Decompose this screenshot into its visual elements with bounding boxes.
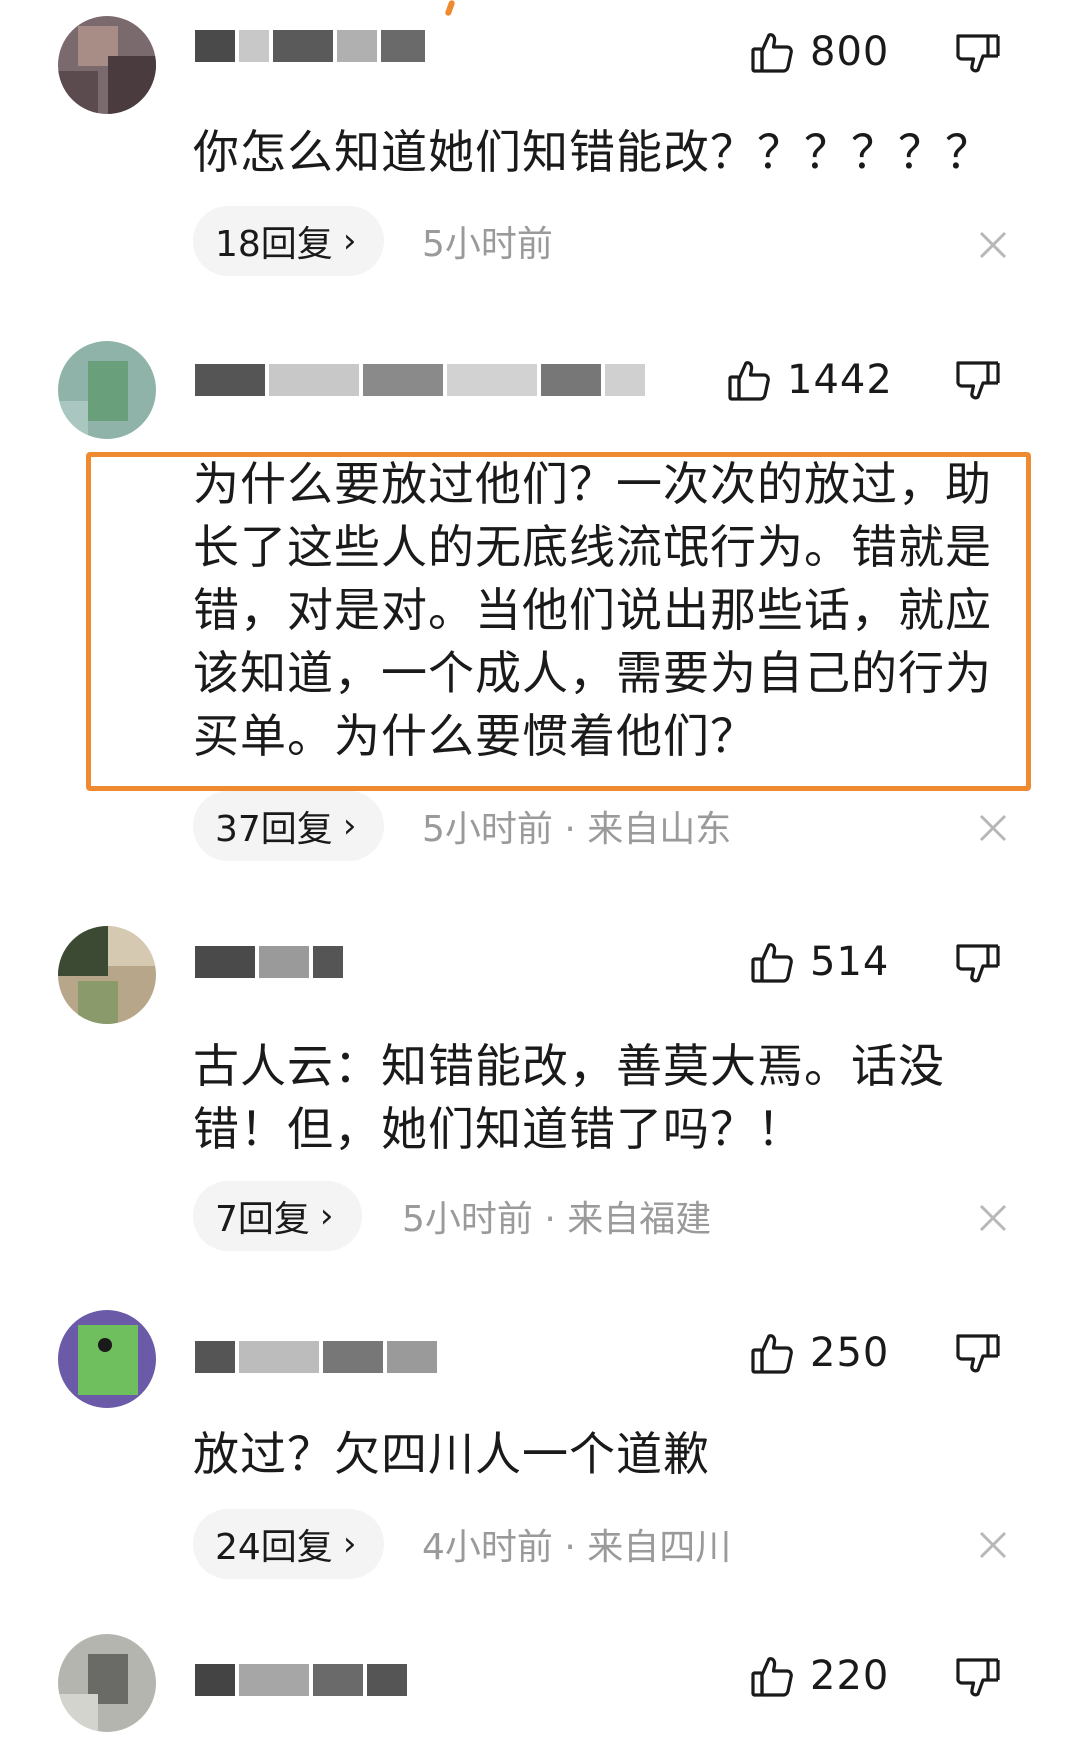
dislike-button[interactable] xyxy=(955,357,1005,417)
comment-text: 古人云：知错能改，善莫大焉。话没错！但，她们知道错了吗？！ xyxy=(193,1039,945,1156)
dislike-button[interactable] xyxy=(955,1654,1005,1714)
comment-text: 为什么要放过他们？一次次的放过，助长了这些人的无底线流氓行为。错就是错，对是对。… xyxy=(193,457,992,763)
thumbs-down-icon xyxy=(956,1658,1000,1697)
avatar[interactable] xyxy=(58,926,156,1024)
avatar[interactable] xyxy=(58,341,156,439)
reply-count: 37回复 xyxy=(215,809,333,850)
thumbs-down-icon xyxy=(956,944,1000,983)
comment-text: 你怎么知道她们知错能改？？？？？？ xyxy=(193,125,992,179)
chevron-right-icon: › xyxy=(319,1196,334,1236)
chevron-right-icon: › xyxy=(342,1524,357,1564)
comment-meta: 5小时前 xyxy=(422,224,553,265)
dislike-button[interactable] xyxy=(955,1330,1005,1390)
username-blurred[interactable] xyxy=(195,1660,411,1700)
reply-count: 7回复 xyxy=(215,1199,310,1240)
dislike-button[interactable] xyxy=(955,940,1005,1000)
like-count: 250 xyxy=(810,1330,890,1376)
reply-button[interactable]: 24回复 › xyxy=(193,1509,385,1579)
thumbs-down-icon xyxy=(956,361,1000,400)
username-blurred[interactable] xyxy=(195,360,649,400)
thumbs-up-icon xyxy=(728,361,770,401)
username-blurred[interactable] xyxy=(195,942,347,982)
reply-count: 24回复 xyxy=(215,1527,333,1568)
reply-button[interactable]: 7回复 › xyxy=(193,1181,362,1251)
chevron-right-icon: › xyxy=(342,221,357,261)
avatar[interactable] xyxy=(58,16,156,114)
like-button[interactable]: 1442 xyxy=(727,350,893,410)
thumbs-down-icon xyxy=(956,34,1000,73)
close-icon[interactable] xyxy=(975,810,1011,846)
dislike-button[interactable] xyxy=(955,30,1005,90)
like-button[interactable]: 220 xyxy=(750,1646,889,1706)
thumbs-up-icon xyxy=(751,1334,793,1374)
thumbs-up-icon xyxy=(751,33,793,73)
like-button[interactable]: 514 xyxy=(750,932,889,992)
comment-meta: 4小时前 · 来自四川 xyxy=(422,1527,732,1568)
reply-button[interactable]: 18回复 › xyxy=(193,206,385,276)
avatar[interactable] xyxy=(58,1310,156,1408)
thumbs-up-icon xyxy=(751,1657,793,1697)
username-blurred[interactable] xyxy=(195,26,429,66)
cropped-annotation-mark xyxy=(444,0,456,17)
like-button[interactable]: 250 xyxy=(750,1323,889,1383)
close-icon[interactable] xyxy=(975,1527,1011,1563)
like-count: 800 xyxy=(810,29,890,75)
thumbs-up-icon xyxy=(751,943,793,983)
chevron-right-icon: › xyxy=(342,806,357,846)
reply-button[interactable]: 37回复 › xyxy=(193,791,385,861)
comment-meta: 5小时前 · 来自福建 xyxy=(402,1199,712,1240)
comment-text: 放过？欠四川人一个道歉 xyxy=(193,1427,710,1481)
like-count: 220 xyxy=(810,1653,890,1699)
like-button[interactable]: 800 xyxy=(750,22,889,82)
comment-meta: 5小时前 · 来自山东 xyxy=(422,809,732,850)
reply-count: 18回复 xyxy=(215,224,333,265)
like-count: 1442 xyxy=(787,357,893,403)
close-icon[interactable] xyxy=(975,227,1011,263)
close-icon[interactable] xyxy=(975,1200,1011,1236)
username-blurred[interactable] xyxy=(195,1337,441,1377)
thumbs-down-icon xyxy=(956,1334,1000,1373)
like-count: 514 xyxy=(810,939,890,985)
avatar[interactable] xyxy=(58,1634,156,1732)
